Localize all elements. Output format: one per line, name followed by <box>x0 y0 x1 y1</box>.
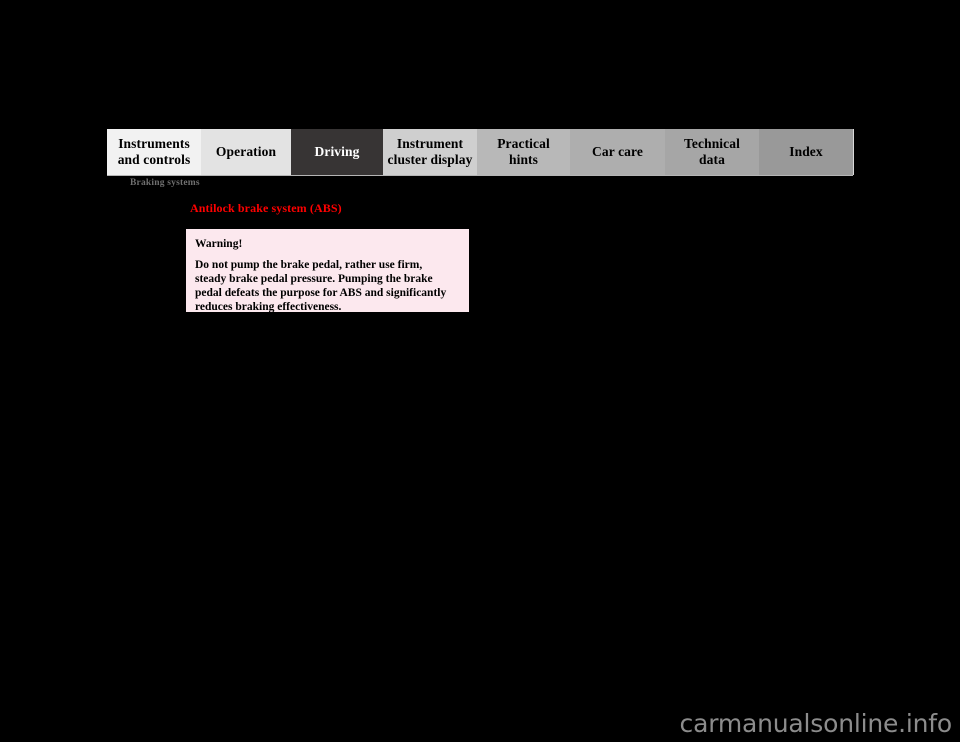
watermark: carmanualsonline.info <box>679 709 953 738</box>
tab-driving[interactable]: Driving <box>291 129 383 175</box>
section-label: Braking systems <box>130 178 200 188</box>
tab-car-care[interactable]: Car care <box>570 129 665 175</box>
tab-label: Car care <box>592 144 643 160</box>
tab-label: Operation <box>215 144 277 160</box>
topic-heading: Antilock brake system (ABS) <box>190 201 342 215</box>
tab-operation[interactable]: Operation <box>201 129 291 175</box>
warning-title: Warning! <box>195 238 243 250</box>
warning-body-line: steady brake pedal pressure. Pumping the… <box>195 273 433 286</box>
warning-body: Do not pump the brake pedal, rather use … <box>195 258 460 315</box>
warning-body-line: Do not pump the brake pedal, rather use … <box>195 259 423 271</box>
section-tab-bar: Instruments and controls Operation Driving I… <box>107 129 853 175</box>
tab-technical-data[interactable]: Technical data <box>665 129 759 175</box>
tab-label: Index <box>789 144 823 160</box>
tab-label: Instruments <box>118 136 190 152</box>
warning-box: Warning! Do not pump the brake pedal, ra… <box>186 229 469 315</box>
tab-label: Technical <box>684 136 740 152</box>
tab-label: Practical hints <box>497 136 550 167</box>
tab-instrument-cluster-display[interactable]: Instrument cluster display <box>383 129 477 175</box>
warning-body-line: reduces braking effectiveness. <box>195 301 342 314</box>
tab-index[interactable]: Index <box>759 129 853 175</box>
tab-label-second-line: cluster display <box>387 152 473 167</box>
tab-label-second-line: and controls <box>117 152 191 167</box>
tab-practical-hints[interactable]: Practical hints <box>477 129 570 175</box>
tab-label-second-line: data <box>699 152 725 167</box>
warning-body-line: pedal defeats the purpose for ABS and si… <box>195 287 447 300</box>
tab-label: Driving <box>314 144 360 160</box>
tab-label: Instrument <box>396 136 464 152</box>
tab-instruments-and-controls[interactable]: Instruments and controls <box>107 129 201 175</box>
